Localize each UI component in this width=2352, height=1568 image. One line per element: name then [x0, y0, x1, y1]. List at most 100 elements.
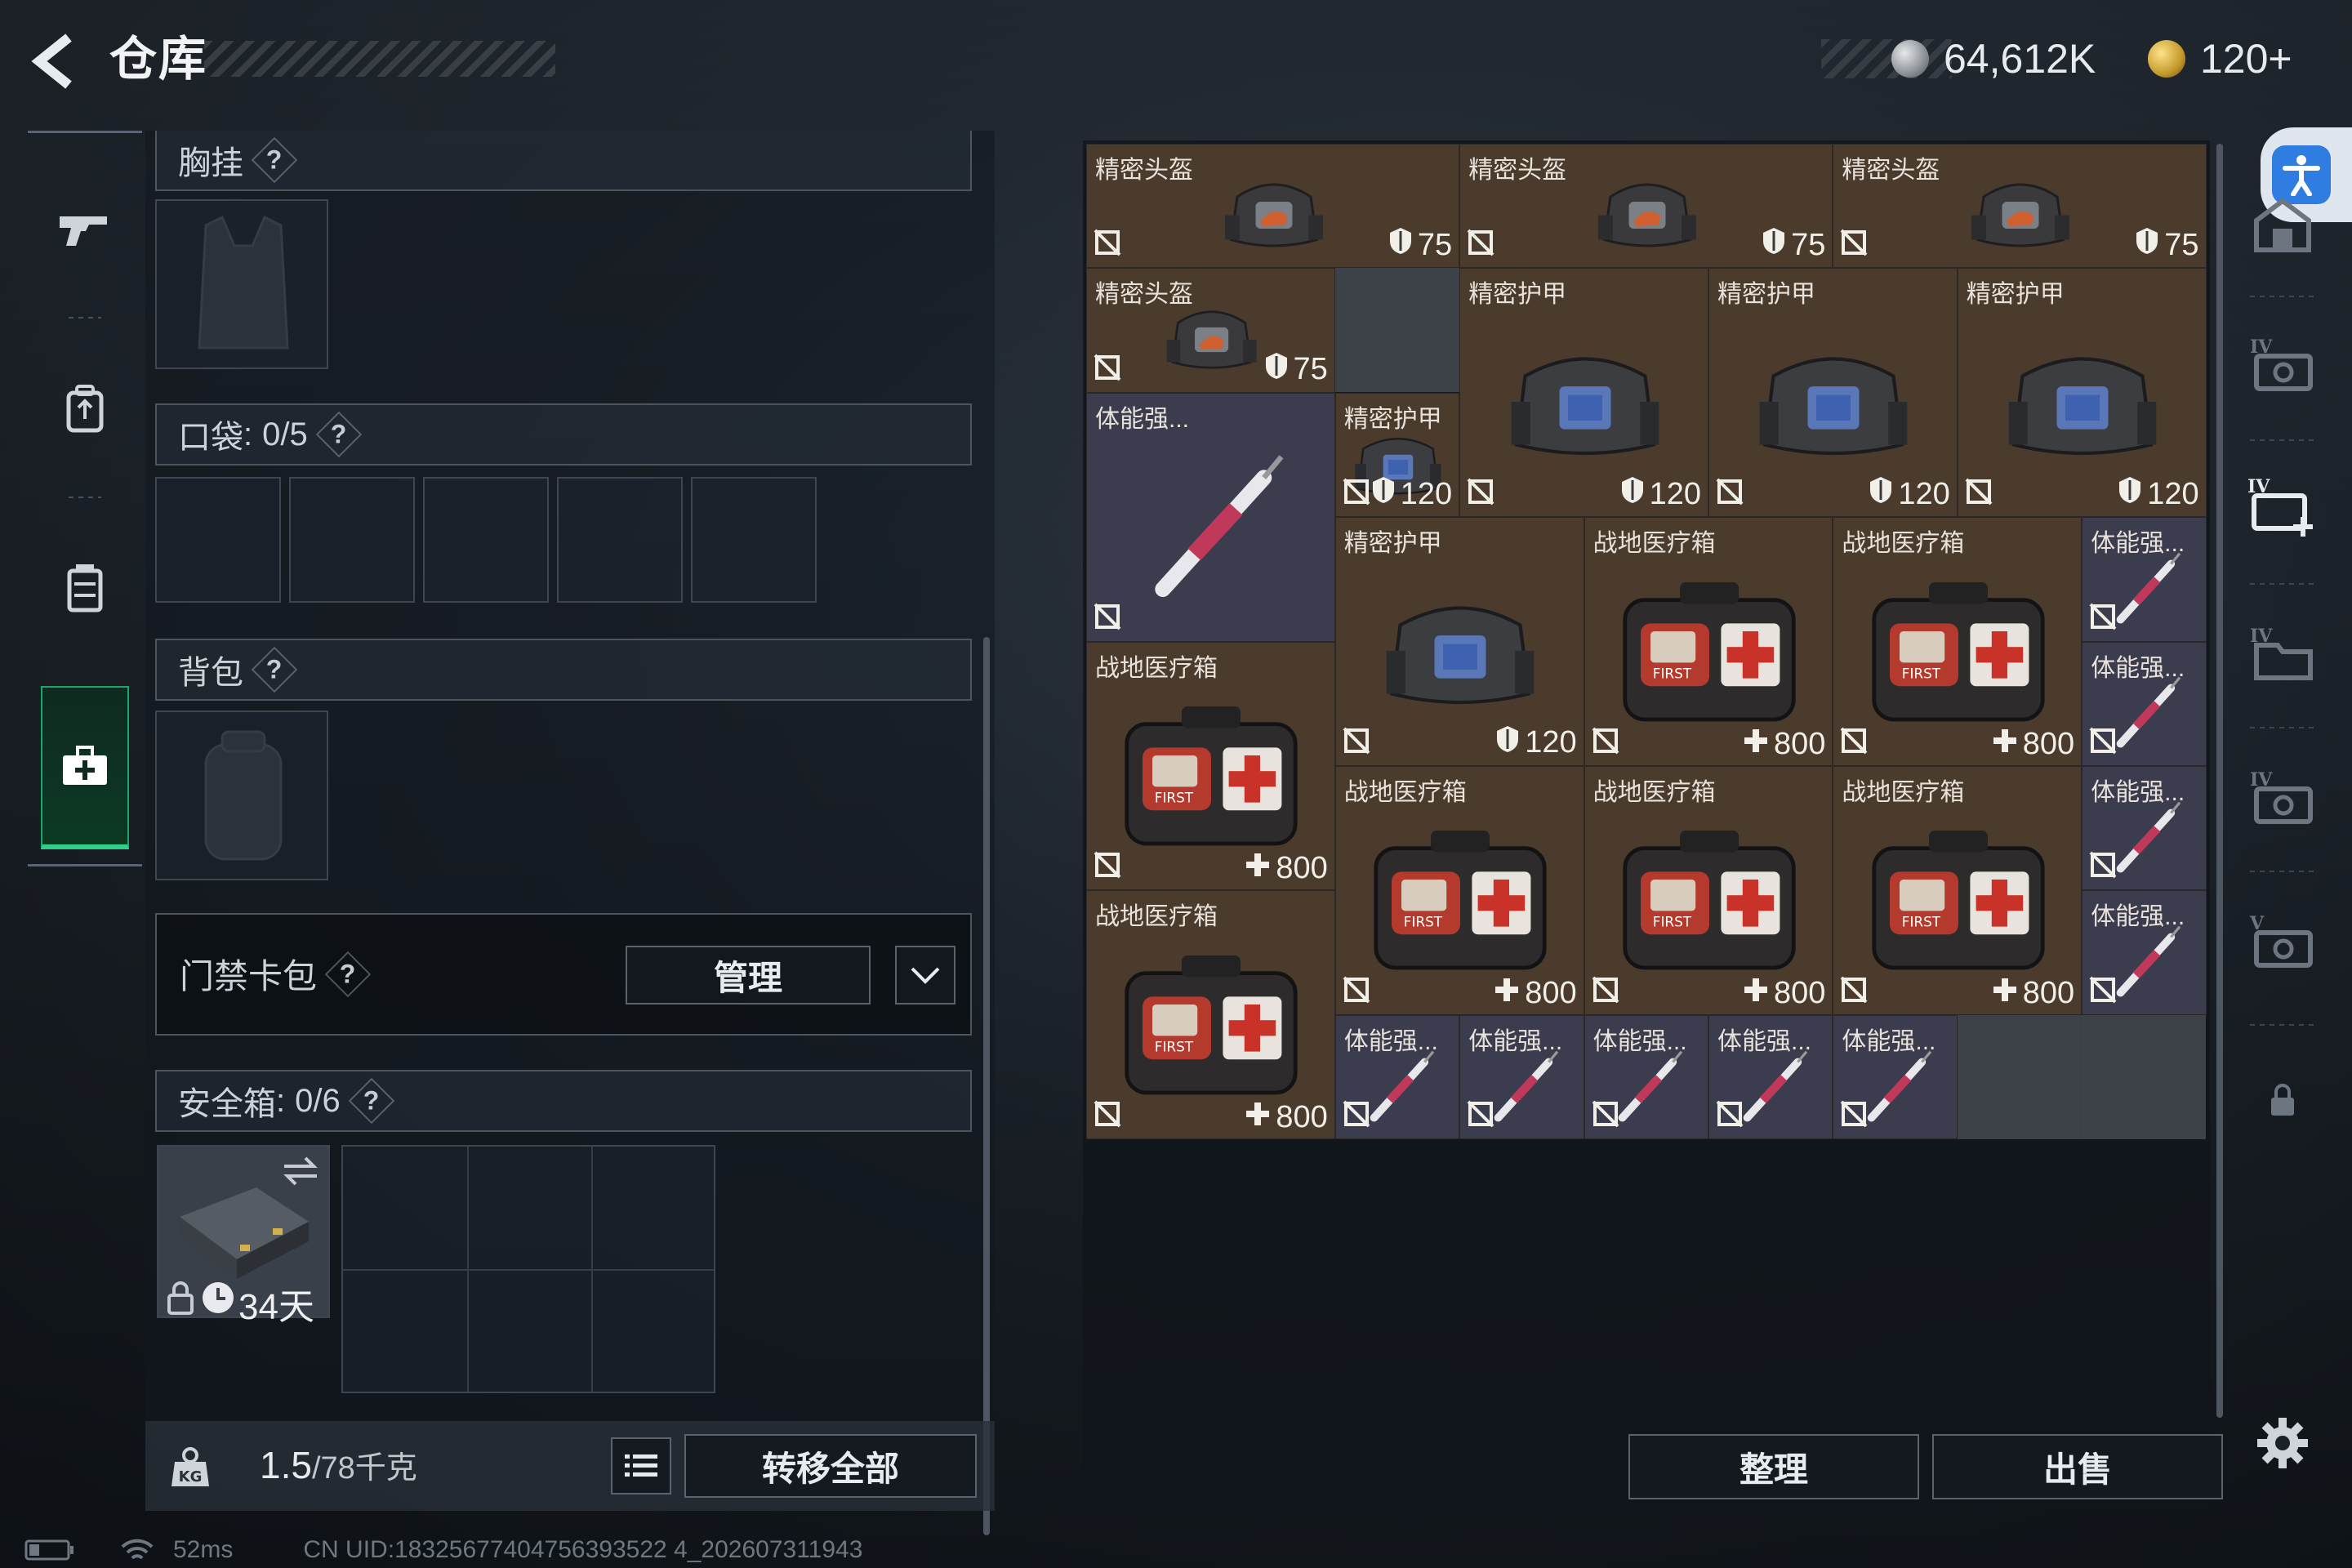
backpack-slot[interactable] — [155, 710, 328, 880]
no-share-icon — [1840, 229, 1868, 261]
storage-cell[interactable] — [2082, 1014, 2207, 1139]
transfer-all-button[interactable]: 转移全部 — [684, 1434, 977, 1498]
nav-tab-medical[interactable] — [41, 686, 129, 849]
nav-separator — [69, 497, 101, 498]
armor-art-icon — [1997, 333, 2168, 474]
item-value-text: 120 — [2147, 476, 2199, 511]
storage-cell[interactable] — [1957, 1014, 2082, 1139]
storage-item-medkit[interactable]: FIRST 战地医疗箱 800 — [1584, 766, 1833, 1015]
no-share-icon — [1840, 1100, 1868, 1132]
storage-item-medkit[interactable]: FIRST 战地医疗箱 800 — [1833, 517, 2082, 766]
nav-tab-weapons[interactable] — [28, 155, 142, 302]
storage-item-stim[interactable]: 体能强... — [1584, 1014, 1708, 1140]
storage-item-stim[interactable]: 体能强... — [1708, 1014, 1833, 1140]
keycard-help-icon[interactable]: ? — [324, 951, 372, 997]
pocket-slot[interactable] — [289, 477, 415, 603]
safebox-count: 0/6 — [295, 1082, 341, 1119]
manage-button[interactable]: 管理 — [626, 946, 871, 1004]
currency-gold[interactable]: 120+ — [2148, 29, 2292, 88]
storage-item-helmet[interactable]: 精密头盔 75 — [1086, 144, 1460, 269]
back-button[interactable] — [23, 24, 88, 98]
storage-item-stim[interactable]: 体能强... — [1086, 392, 1335, 642]
storage-item-medkit[interactable]: FIRST 战地医疗箱 800 — [1086, 641, 1335, 891]
no-share-icon — [1965, 478, 1993, 510]
gun-icon — [60, 216, 107, 246]
item-value-text: 120 — [1400, 476, 1453, 511]
rail-locked-tab[interactable] — [2238, 1055, 2328, 1145]
storage-item-medkit[interactable]: FIRST 战地医疗箱 800 — [1584, 517, 1833, 766]
plus-icon — [1494, 976, 1520, 1011]
item-value: 75 — [1388, 226, 1452, 264]
storage-item-medkit[interactable]: FIRST 战地医疗箱 800 — [1833, 766, 2082, 1015]
equipment-scrollbar[interactable] — [983, 637, 990, 1535]
storage-item-armor[interactable]: 精密护甲 120 — [1334, 517, 1584, 766]
storage-item-stim[interactable]: 体能强... — [2082, 766, 2207, 891]
storage-item-stim[interactable]: 体能强... — [1459, 1014, 1584, 1140]
keycard-expand-button[interactable] — [895, 946, 956, 1004]
storage-item-medkit[interactable]: FIRST 战地医疗箱 800 — [1086, 890, 1335, 1140]
storage-home-icon — [2254, 198, 2311, 252]
weight-bar: KG 1.5/78千克 转移全部 — [145, 1421, 995, 1511]
storage-item-armor[interactable]: 精密护甲 120 — [1334, 392, 1460, 518]
sell-button[interactable]: 出售 — [1932, 1434, 2223, 1499]
pocket-slot[interactable] — [557, 477, 683, 603]
storage-item-medkit[interactable]: FIRST 战地医疗箱 800 — [1334, 766, 1584, 1015]
safebox-help-icon[interactable]: ? — [348, 1077, 395, 1125]
rail-storage-tab[interactable]: IV — [2238, 608, 2328, 697]
safebox-slot[interactable]: 34天 — [157, 1145, 330, 1327]
title-decoration — [204, 41, 555, 77]
rail-storage-tab[interactable]: V — [2238, 895, 2328, 985]
backpack-help-icon[interactable]: ? — [251, 646, 298, 693]
storage-item-helmet[interactable]: 精密头盔 75 — [1086, 268, 1335, 393]
storage-item-helmet[interactable]: 精密头盔 75 — [1459, 144, 1833, 269]
rail-storage-tab[interactable]: IV — [2238, 751, 2328, 841]
rail-separator — [2250, 439, 2315, 441]
pocket-slot[interactable] — [423, 477, 549, 603]
storage-item-armor[interactable]: 精密护甲 120 — [1708, 268, 1958, 518]
item-value-text: 75 — [1791, 227, 1826, 262]
chest-rig-slot[interactable] — [155, 199, 328, 369]
storage-cell[interactable] — [1334, 268, 1459, 393]
settings-button[interactable] — [2238, 1398, 2328, 1488]
item-name: 战地医疗箱 — [1842, 779, 1965, 806]
pocket-slot[interactable] — [155, 477, 281, 603]
helmet-art-icon — [1959, 172, 2082, 262]
item-value-text: 800 — [2022, 975, 2075, 1010]
storage-scrollbar[interactable] — [2216, 144, 2223, 1418]
storage-item-armor[interactable]: 精密护甲 120 — [1957, 268, 2207, 518]
rail-storage-tab[interactable]: IV — [2238, 318, 2328, 408]
item-name: 精密头盔 — [1095, 157, 1193, 184]
currency-silver[interactable]: 64,612K — [1891, 29, 2096, 88]
plus-icon — [1992, 976, 2018, 1011]
swap-icon[interactable] — [281, 1155, 320, 1187]
medkit-art-icon: FIRST — [1611, 572, 1807, 733]
pocket-header: 口袋 : 0/5 ? — [155, 403, 972, 466]
backpack-icon — [66, 385, 104, 433]
no-share-icon — [1592, 976, 1619, 1008]
storage-item-stim[interactable]: 体能强... — [1334, 1014, 1460, 1140]
coin-silver-icon — [1891, 40, 1929, 78]
item-name: 体能强... — [1592, 1027, 1687, 1055]
storage-item-stim[interactable]: 体能强... — [2082, 517, 2207, 642]
pocket-slot[interactable] — [691, 477, 817, 603]
pocket-help-icon[interactable]: ? — [315, 411, 363, 458]
uid-readout: CN UID:18325677404756393522 4_2026073119… — [303, 1536, 863, 1563]
backpack-label: 背包 — [178, 655, 243, 691]
storage-item-helmet[interactable]: 精密头盔 75 — [1833, 144, 2207, 269]
nav-tab-backpack[interactable] — [28, 335, 142, 482]
nav-tab-vest[interactable] — [28, 514, 142, 662]
sort-button[interactable]: 整理 — [1628, 1434, 1919, 1499]
medkit-art-icon: FIRST — [1113, 946, 1309, 1107]
list-view-button[interactable] — [611, 1437, 671, 1494]
storage-item-stim[interactable]: 体能强... — [2082, 890, 2207, 1015]
safebox-grid[interactable] — [341, 1145, 715, 1393]
rail-add-storage-tab[interactable]: IV — [2238, 462, 2328, 552]
storage-item-stim[interactable]: 体能强... — [1833, 1014, 1958, 1140]
svg-text:FIRST: FIRST — [1902, 665, 1941, 681]
vest-icon — [67, 564, 103, 612]
rail-storage-home[interactable] — [2238, 180, 2328, 270]
safebox-label: 安全箱 — [178, 1086, 276, 1122]
storage-item-stim[interactable]: 体能强... — [2082, 641, 2207, 766]
chest-rig-help-icon[interactable]: ? — [251, 136, 298, 184]
storage-item-armor[interactable]: 精密护甲 120 — [1459, 268, 1708, 518]
